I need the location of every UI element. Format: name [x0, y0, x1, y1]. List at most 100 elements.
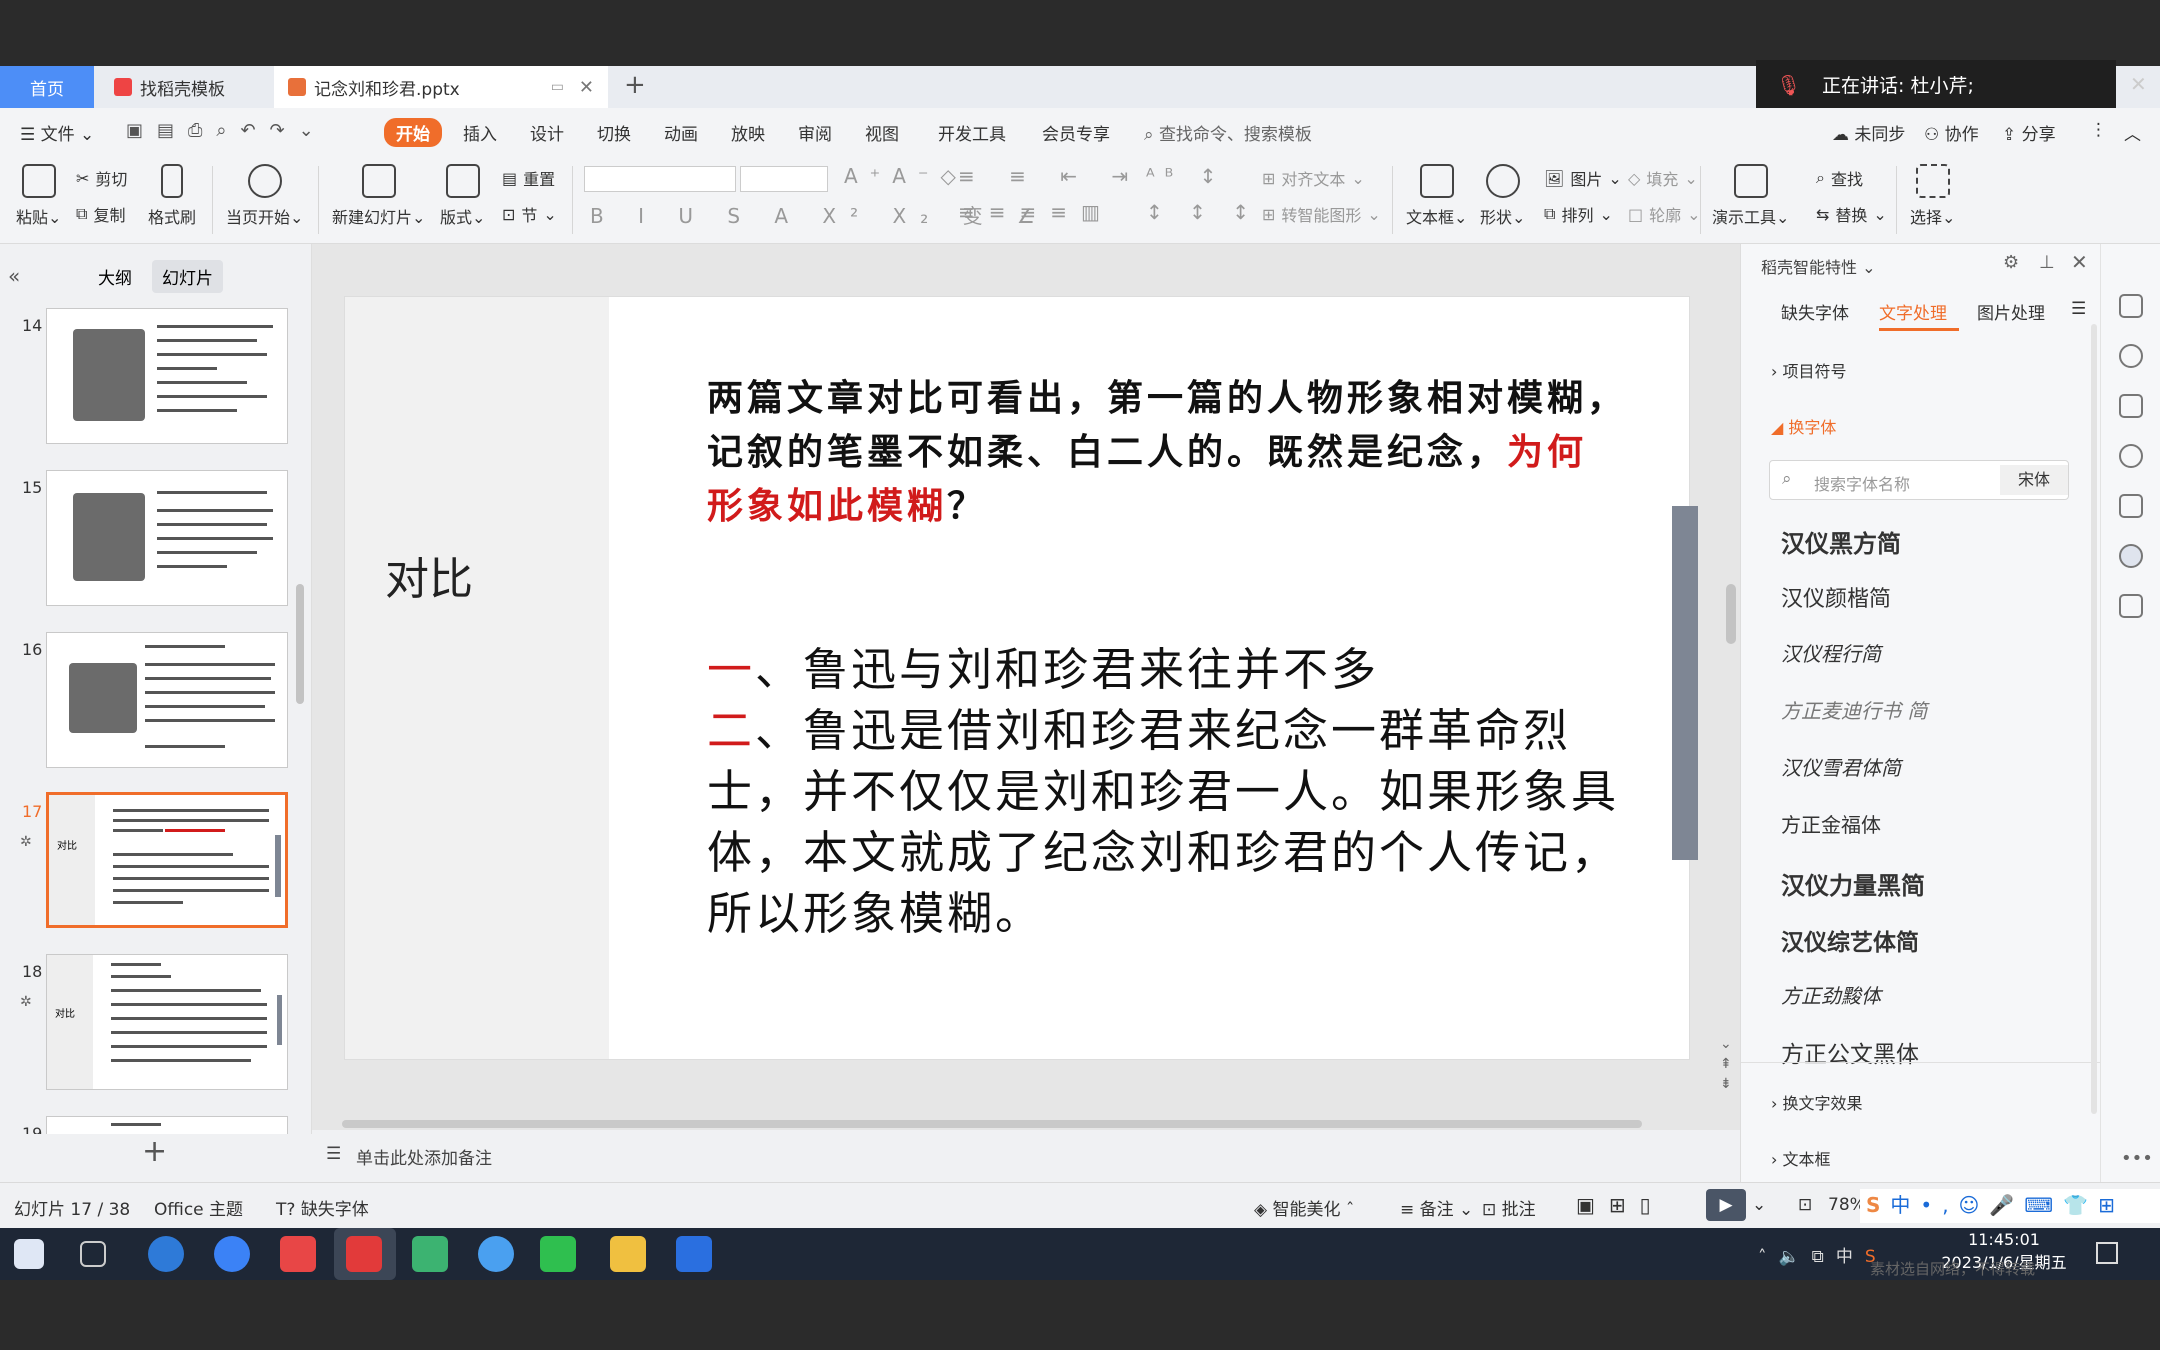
find-button[interactable]: ⌕ 查找	[1816, 166, 1863, 190]
tab-missing-fonts[interactable]: 缺失字体	[1781, 299, 1849, 324]
direction-controls[interactable]: ᴬᴮ ↕	[1146, 164, 1226, 188]
smart-features-icon[interactable]	[2119, 544, 2143, 568]
textbox-button[interactable]: 文本框⌄	[1406, 164, 1467, 228]
font-option[interactable]: 汉仪力量黑简	[1781, 866, 1925, 901]
notes-pane[interactable]: ☰ 单击此处添加备注	[312, 1130, 1740, 1182]
image-tool-icon[interactable]	[2119, 494, 2143, 518]
sync-status[interactable]: ☁ 未同步	[1832, 120, 1905, 145]
app-wps-icon[interactable]	[346, 1236, 382, 1272]
panel-scrollbar[interactable]	[296, 584, 304, 704]
quick-access-icons[interactable]: ▣▤⎙⌕↶↷⌄	[126, 120, 328, 141]
fit-window-icon[interactable]: ⊡	[1798, 1195, 1812, 1215]
play-slideshow-button[interactable]: ▶	[1706, 1189, 1746, 1221]
spacing-controls[interactable]: ↕ ↕ ↕	[1146, 200, 1259, 224]
font-search-box[interactable]: ⌕ 搜索字体名称 宋体	[1769, 460, 2069, 500]
font-option[interactable]: 汉仪综艺体简	[1781, 923, 1919, 957]
settings-icon[interactable]: ⚙	[2003, 252, 2019, 273]
collapse-panel-icon[interactable]: «	[8, 264, 20, 288]
tab-text-processing[interactable]: 文字处理	[1879, 299, 1947, 324]
close-panel-icon[interactable]: ✕	[2071, 250, 2088, 274]
menu-start[interactable]: 开始	[384, 118, 442, 147]
select-button[interactable]: 选择⌄	[1910, 164, 1955, 228]
font-option[interactable]: 方正劲黢体	[1781, 980, 1881, 1009]
list-controls[interactable]: ≡ ≡ ⇤ ⇥	[958, 164, 1142, 188]
ime-toolbar[interactable]: S中•,☺🎤⌨👕⊞	[1860, 1189, 2160, 1223]
bullets-section[interactable]: › 项目符号	[1771, 358, 1847, 382]
smartart-button[interactable]: ⊞ 转智能图形 ⌄	[1262, 202, 1381, 226]
panel-scrollbar[interactable]	[2091, 324, 2097, 1114]
app-k-icon[interactable]	[214, 1236, 250, 1272]
font-option[interactable]: 方正公文黑体	[1781, 1035, 1919, 1069]
copy-button[interactable]: ⧉ 复制	[76, 202, 125, 226]
slide-17[interactable]: 对比 两篇文章对比可看出，第一篇的人物形象相对模糊，记叙的笔墨不如柔、白二人的。…	[344, 296, 1690, 1060]
fill-button[interactable]: ◇ 填充 ⌄	[1628, 166, 1698, 190]
notification-icon[interactable]	[2096, 1242, 2118, 1264]
play-options-icon[interactable]: ⌄	[1752, 1195, 1766, 1215]
font-option[interactable]: 汉仪黑方简	[1781, 524, 1901, 559]
canvas-vertical-scrollbar[interactable]	[1726, 584, 1736, 644]
tab-image-processing[interactable]: 图片处理	[1977, 299, 2045, 324]
app-meeting-icon[interactable]	[676, 1236, 712, 1272]
menu-review[interactable]: 审阅	[798, 120, 832, 145]
adjust-icon[interactable]	[2119, 294, 2143, 318]
new-tab-icon[interactable]: +	[624, 70, 646, 100]
menu-member[interactable]: 会员专享	[1042, 120, 1110, 145]
copy-style-icon[interactable]	[2119, 394, 2143, 418]
play-from-current-button[interactable]: 当页开始⌄	[226, 164, 303, 228]
menu-transition[interactable]: 切换	[597, 120, 631, 145]
paste-button[interactable]: 粘贴⌄	[16, 164, 61, 228]
app-browser-icon[interactable]	[478, 1236, 514, 1272]
outline-button[interactable]: □ 轮廓 ⌄	[1628, 202, 1701, 226]
slide-thumbnail-19[interactable]	[46, 1116, 288, 1134]
font-name-select[interactable]	[584, 166, 736, 192]
task-view-icon[interactable]	[80, 1241, 106, 1267]
text-effects-section[interactable]: › 换文字效果	[1771, 1090, 1863, 1114]
slides-tab[interactable]: 幻灯片	[152, 260, 223, 293]
menu-design[interactable]: 设计	[530, 120, 564, 145]
theme-name[interactable]: Office 主题	[154, 1195, 243, 1220]
comments-button[interactable]: ⊡ 批注	[1482, 1195, 1536, 1220]
textbox-section[interactable]: › 文本框	[1771, 1146, 1831, 1170]
menu-insert[interactable]: 插入	[463, 120, 497, 145]
file-menu[interactable]: ☰ 文件 ⌄	[20, 120, 94, 145]
collab-button[interactable]: ⚇ 协作	[1924, 120, 1979, 145]
slide-title[interactable]: 对比	[385, 543, 473, 607]
slide-thumbnail-14[interactable]	[46, 308, 288, 444]
presentation-tools-button[interactable]: 演示工具⌄	[1712, 164, 1789, 228]
replace-button[interactable]: ⇆ 替换 ⌄	[1816, 202, 1887, 226]
reset-button[interactable]: ▤ 重置	[502, 166, 555, 190]
pin-panel-icon[interactable]: ⊥	[2039, 252, 2055, 273]
slide-thumbnail-15[interactable]	[46, 470, 288, 606]
change-font-section[interactable]: ◢ 换字体	[1771, 414, 1836, 438]
command-search[interactable]: ⌕ 查找命令、搜索模板	[1144, 120, 1312, 145]
more-icon[interactable]: •••	[2121, 1148, 2153, 1169]
help-icon[interactable]	[2119, 444, 2143, 468]
tray-icons[interactable]: ˄🔈⧉中S	[1758, 1242, 1888, 1267]
section-button[interactable]: ⊡ 节 ⌄	[502, 202, 557, 226]
menu-slideshow[interactable]: 放映	[731, 120, 765, 145]
canvas-horizontal-scrollbar[interactable]	[342, 1120, 1642, 1128]
menu-view[interactable]: 视图	[865, 120, 899, 145]
app-pdf-icon[interactable]	[280, 1236, 316, 1272]
font-size-select[interactable]	[740, 166, 828, 192]
format-painter-button[interactable]: 格式刷	[148, 164, 196, 228]
alignment-controls[interactable]: ≡≡≡≡▥	[958, 200, 1114, 224]
window-close-icon[interactable]: ✕	[2130, 72, 2147, 96]
app-file-explorer-icon[interactable]	[610, 1236, 646, 1272]
cut-button[interactable]: ✂ 剪切	[76, 166, 127, 190]
align-text-button[interactable]: ⊞ 对齐文本 ⌄	[1262, 166, 1365, 190]
share-button[interactable]: ⇪ 分享	[2002, 120, 2056, 145]
notes-button[interactable]: ≡ 备注 ⌄	[1400, 1195, 1473, 1220]
font-option[interactable]: 汉仪程行简	[1781, 638, 1881, 667]
shape-button[interactable]: 形状⌄	[1480, 164, 1525, 228]
tab-templates[interactable]: 找稻壳模板	[100, 66, 268, 108]
font-size-controls[interactable]: A⁺A⁻◇	[844, 164, 968, 188]
slide-thumbnail-16[interactable]	[46, 632, 288, 768]
font-option[interactable]: 汉仪颜楷简	[1781, 581, 1891, 613]
tab-pptx-file[interactable]: 记念刘和珍君.pptx ▭ ✕	[274, 66, 608, 108]
tab-home[interactable]: 首页	[0, 66, 94, 108]
panel-title[interactable]: 稻壳智能特性 ⌄	[1761, 254, 1876, 278]
app-sogou-browser-icon[interactable]	[148, 1236, 184, 1272]
close-tab-icon[interactable]: ✕	[579, 77, 594, 98]
page-nav-icons[interactable]: ⌄ ⇞ ⇟	[1720, 1034, 1732, 1094]
